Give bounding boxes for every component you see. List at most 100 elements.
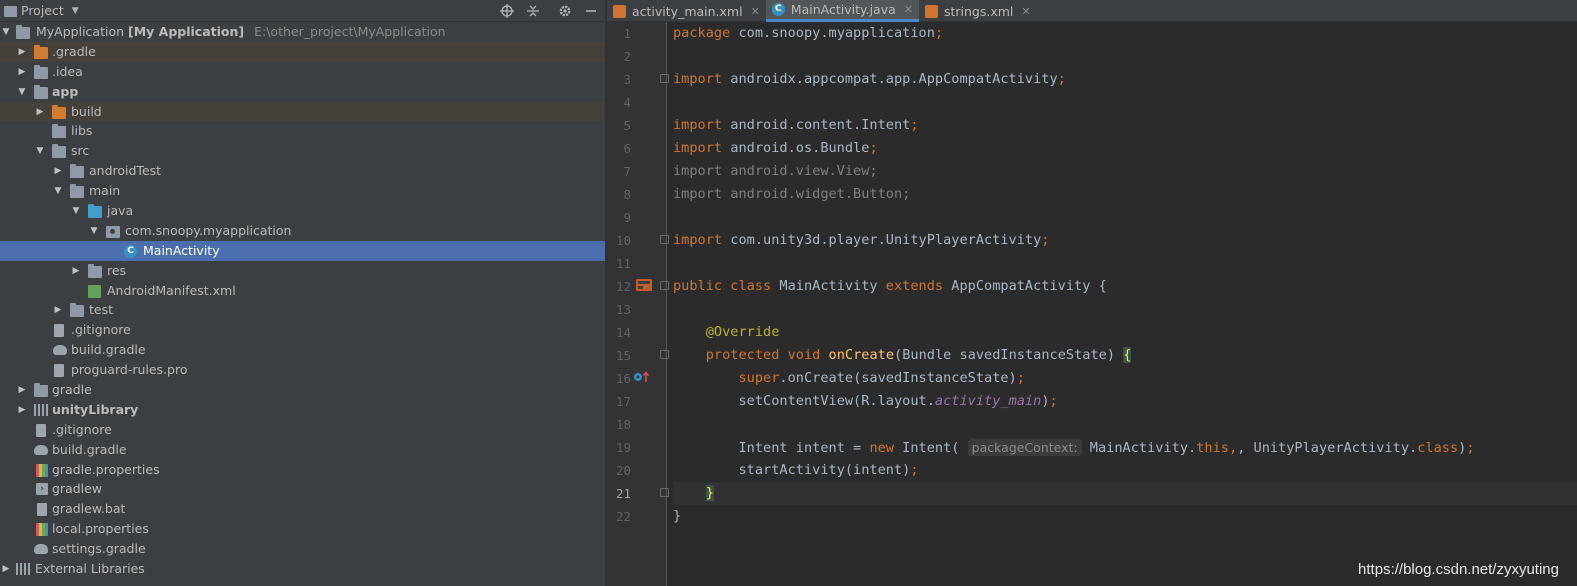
tree-item-label: res bbox=[107, 262, 127, 278]
close-icon[interactable]: ✕ bbox=[904, 3, 913, 16]
tree-item-unitylibrary[interactable]: ▶ unityLibrary bbox=[0, 400, 605, 420]
tree-item-gradle-folder[interactable]: ▶ gradle bbox=[0, 380, 605, 400]
tree-item-root-build-gradle[interactable]: build.gradle bbox=[0, 440, 605, 460]
collapsed-arrow-icon[interactable]: ▶ bbox=[0, 559, 12, 579]
tree-item-androidmanifest[interactable]: AndroidManifest.xml bbox=[0, 281, 605, 301]
code-line-17: setContentView(R.layout.activity_main); bbox=[673, 390, 1577, 413]
hide-panel-button[interactable] bbox=[581, 1, 601, 21]
crosshair-icon bbox=[500, 4, 514, 18]
line-number: 9 bbox=[623, 210, 631, 225]
editor-area: activity_main.xml ✕ C MainActivity.java … bbox=[607, 0, 1577, 586]
keyword: class bbox=[1417, 440, 1459, 456]
collapsed-arrow-icon[interactable]: ▶ bbox=[70, 261, 82, 281]
chevron-down-icon: ▼ bbox=[71, 5, 79, 16]
collapsed-arrow-icon[interactable]: ▶ bbox=[16, 42, 28, 62]
tree-item-mainactivity[interactable]: C MainActivity bbox=[0, 240, 605, 261]
keyword: public bbox=[673, 278, 723, 294]
collapsed-arrow-icon[interactable]: ▶ bbox=[16, 380, 28, 400]
line-number: 5 bbox=[623, 118, 631, 133]
fold-marker-icon[interactable] bbox=[660, 281, 669, 290]
tree-item-androidtest[interactable]: ▶ androidTest bbox=[0, 161, 605, 181]
collapsed-arrow-icon[interactable]: ▶ bbox=[34, 102, 46, 122]
tree-item-app[interactable]: ▼ app bbox=[0, 82, 605, 102]
watermark: https://blog.csdn.net/zyxyuting bbox=[1358, 561, 1559, 578]
fold-marker-icon[interactable] bbox=[660, 488, 669, 497]
tab-mainactivity-java[interactable]: C MainActivity.java ✕ bbox=[765, 0, 919, 22]
tree-item-res[interactable]: ▶ res bbox=[0, 261, 605, 281]
expanded-arrow-icon[interactable]: ▼ bbox=[88, 221, 100, 241]
tree-item-root-gitignore[interactable]: .gitignore bbox=[0, 420, 605, 440]
tree-item-src[interactable]: ▼ src bbox=[0, 141, 605, 161]
tree-item-external-libraries[interactable]: ▶ External Libraries bbox=[0, 559, 605, 579]
settings-button[interactable] bbox=[555, 1, 575, 21]
expanded-arrow-icon[interactable]: ▼ bbox=[52, 181, 64, 201]
tree-item-app-gitignore[interactable]: .gitignore bbox=[0, 320, 605, 340]
tree-item-build[interactable]: ▶ build bbox=[0, 101, 605, 122]
collapsed-arrow-icon[interactable]: ▶ bbox=[52, 161, 64, 181]
tree-item-gradle-dir[interactable]: ▶ .gradle bbox=[0, 41, 605, 62]
library-icon bbox=[16, 563, 30, 576]
tab-label: strings.xml bbox=[943, 3, 1014, 19]
tree-item-label: gradlew bbox=[52, 481, 103, 497]
tree-item-gradlew[interactable]: › gradlew bbox=[0, 479, 605, 499]
expanded-arrow-icon[interactable]: ▼ bbox=[16, 82, 28, 102]
collapsed-arrow-icon[interactable]: ▶ bbox=[16, 62, 28, 82]
tree-item-libs[interactable]: libs bbox=[0, 121, 605, 141]
tree-item-main[interactable]: ▼ main bbox=[0, 181, 605, 201]
collapsed-arrow-icon[interactable]: ▶ bbox=[52, 300, 64, 320]
line-number: 16 bbox=[615, 371, 631, 386]
line-number: 20 bbox=[615, 463, 631, 478]
tree-item-proguard-rules[interactable]: proguard-rules.pro bbox=[0, 360, 605, 380]
code-editor[interactable]: package com.snoopy.myapplication; import… bbox=[673, 22, 1577, 586]
code-text: (Bundle savedInstanceState) bbox=[894, 347, 1124, 363]
override-method-icon[interactable] bbox=[633, 370, 650, 382]
project-view-selector[interactable]: Project ▼ bbox=[4, 3, 79, 18]
tree-item-local-properties[interactable]: local.properties bbox=[0, 519, 605, 539]
tree-item-gradlew-bat[interactable]: gradlew.bat bbox=[0, 499, 605, 519]
tab-strings-xml[interactable]: strings.xml ✕ bbox=[919, 0, 1037, 22]
tab-activity-main-xml[interactable]: activity_main.xml ✕ bbox=[607, 0, 766, 22]
collapsed-arrow-icon[interactable]: ▶ bbox=[16, 400, 28, 420]
code-text: , UnityPlayerActivity. bbox=[1237, 440, 1418, 456]
code-line-8-unused-import: import android.widget.Button; bbox=[673, 186, 911, 202]
tree-item-package[interactable]: ▼ com.snoopy.myapplication bbox=[0, 221, 605, 241]
text-file-icon bbox=[54, 324, 64, 338]
line-number: 14 bbox=[615, 325, 631, 340]
tree-item-label: unityLibrary bbox=[52, 401, 139, 417]
tree-item-java[interactable]: ▼ java bbox=[0, 201, 605, 221]
folder-icon bbox=[70, 164, 84, 179]
expanded-arrow-icon[interactable]: ▼ bbox=[70, 201, 82, 221]
tree-item-idea[interactable]: ▶ .idea bbox=[0, 62, 605, 82]
expanded-arrow-icon[interactable]: ▼ bbox=[0, 22, 12, 42]
expanded-arrow-icon[interactable]: ▼ bbox=[34, 141, 46, 161]
tree-item-gradle-properties[interactable]: gradle.properties bbox=[0, 460, 605, 480]
fold-marker-icon[interactable] bbox=[660, 74, 669, 83]
code-text: android.os.Bundle bbox=[722, 140, 870, 156]
code-line-14: @Override bbox=[673, 321, 1577, 344]
close-icon[interactable]: ✕ bbox=[751, 5, 760, 18]
excluded-folder-icon bbox=[52, 104, 66, 119]
android-activity-icon[interactable] bbox=[635, 278, 652, 291]
code-line-21-current: } bbox=[673, 482, 1577, 505]
fold-marker-icon[interactable] bbox=[660, 235, 669, 244]
class-name: MainActivity bbox=[771, 278, 886, 294]
tree-item-label: MyApplication bbox=[36, 24, 125, 39]
matched-brace: } bbox=[705, 485, 714, 501]
tree-item-myapplication[interactable]: ▼ MyApplication [My Application] E:\othe… bbox=[0, 22, 605, 42]
field-reference: activity_main bbox=[934, 393, 1042, 409]
collapse-all-button[interactable] bbox=[523, 1, 543, 21]
tree-item-label: local.properties bbox=[52, 521, 149, 537]
tree-item-label: build.gradle bbox=[52, 441, 127, 457]
editor-gutter[interactable]: 1 2 3 4 5 6 7 8 9 10 11 12 13 14 15 16 1… bbox=[607, 22, 669, 586]
tree-item-test[interactable]: ▶ test bbox=[0, 300, 605, 320]
line-number: 4 bbox=[623, 95, 631, 110]
code-text: } bbox=[673, 508, 682, 524]
gradle-elephant-icon bbox=[34, 544, 48, 555]
code-line-20: startActivity(intent); bbox=[673, 459, 1577, 482]
tree-item-settings-gradle[interactable]: settings.gradle bbox=[0, 539, 605, 559]
fold-marker-icon[interactable] bbox=[660, 350, 669, 359]
close-icon[interactable]: ✕ bbox=[1021, 5, 1030, 18]
keyword: new bbox=[869, 440, 894, 456]
tree-item-app-build-gradle[interactable]: build.gradle bbox=[0, 340, 605, 360]
locate-file-button[interactable] bbox=[497, 1, 517, 21]
